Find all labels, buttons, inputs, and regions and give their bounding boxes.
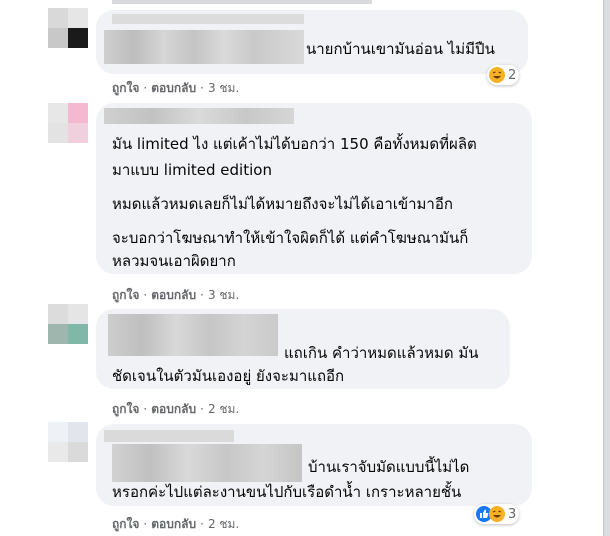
comment-text-line: มัน limited ไง แต่เค้าไม่ได้บอกว่า 150 ค… [112, 135, 477, 153]
blurred-author-name [112, 444, 302, 482]
scrollbar-track[interactable] [604, 0, 610, 536]
reply-link[interactable]: ตอบกลับ [151, 517, 196, 531]
blurred-author-name [112, 14, 304, 24]
haha-emoji-icon [489, 67, 505, 83]
comment-actions: ถูกใจ · ตอบกลับ · 3 ชม. [112, 81, 240, 95]
blurred-author-name [104, 108, 294, 124]
timestamp[interactable]: 3 ชม. [208, 288, 239, 302]
blurred-author-name [104, 430, 234, 442]
reply-link[interactable]: ตอบกลับ [151, 402, 196, 416]
avatar[interactable] [48, 8, 88, 48]
avatar[interactable] [48, 103, 88, 143]
reply-link[interactable]: ตอบกลับ [151, 288, 196, 302]
blurred-author-name [108, 314, 278, 356]
reply-link[interactable]: ตอบกลับ [151, 81, 196, 95]
like-link[interactable]: ถูกใจ [112, 81, 139, 95]
comment-text-line: หมดแล้วหมดเลยก็ไม่ได้หมายถึงจะไม่ได้เอาเ… [112, 195, 453, 213]
blurred-author-name [104, 30, 304, 64]
comment-text-line: แถเกิน คำว่าหมดแล้วหมด มัน [284, 344, 479, 362]
comment-text-line: หรอกค่ะไปแต่ละงานขนไปกับเรือดำน้ำ เกราะห… [112, 483, 462, 501]
comment-text-line: นายกบ้านเขามันอ่อน ไม่มีปืน [306, 40, 495, 58]
haha-emoji-icon [489, 506, 505, 522]
timestamp[interactable]: 2 ชม. [208, 402, 239, 416]
reaction-summary[interactable]: 3 [474, 504, 520, 524]
reaction-count: 3 [508, 506, 517, 522]
reaction-count: 2 [508, 67, 517, 83]
comment-actions: ถูกใจ · ตอบกลับ · 2 ชม. [112, 402, 240, 416]
reaction-summary[interactable]: 2 [487, 65, 520, 85]
comment-text-line: มาแบบ limited edition [112, 161, 272, 179]
cutoff-action-row [112, 0, 372, 4]
timestamp[interactable]: 3 ชม. [208, 81, 239, 95]
comment-actions: ถูกใจ · ตอบกลับ · 3 ชม. [112, 288, 240, 302]
comment-text-line: หลวมจนเอาผิดยาก [112, 252, 236, 270]
like-link[interactable]: ถูกใจ [112, 402, 139, 416]
comment-text-line: บ้านเราจับมัดแบบนี้ไม่ได [308, 458, 470, 476]
comment-text-line: ชัดเจนในตัวมันเองอยู่ ยังจะมาแถอีก [112, 367, 345, 385]
avatar[interactable] [48, 422, 88, 462]
avatar[interactable] [48, 304, 88, 344]
comment-text-line: จะบอกว่าโฆษณาทำให้เข้าใจผิดก็ได้ แต่คำโฆ… [112, 229, 469, 247]
timestamp[interactable]: 2 ชม. [208, 517, 239, 531]
like-link[interactable]: ถูกใจ [112, 517, 139, 531]
comment-actions: ถูกใจ · ตอบกลับ · 2 ชม. [112, 517, 240, 531]
like-link[interactable]: ถูกใจ [112, 288, 139, 302]
